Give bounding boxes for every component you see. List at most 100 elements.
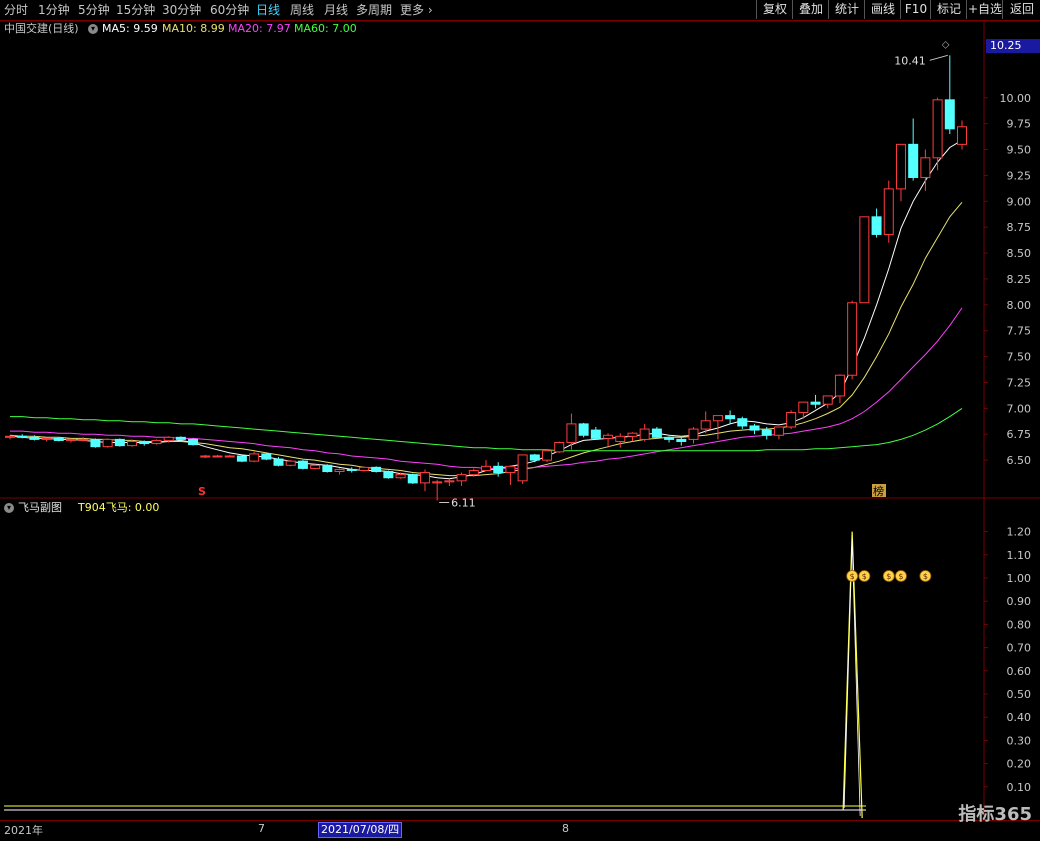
ma-line-MA20 xyxy=(10,307,963,469)
sub-tick-8: 0.40 xyxy=(1007,711,1032,724)
candle-body-14 xyxy=(175,436,186,440)
candle-body-7 xyxy=(90,438,101,448)
money-bag-glyph-4: $ xyxy=(923,572,928,581)
tab-timeframe-7[interactable]: 周线 xyxy=(290,2,314,18)
candle-body-16 xyxy=(200,455,211,458)
candle-body-43 xyxy=(529,454,540,461)
candle-body-75 xyxy=(920,157,931,178)
sub-chart-indicator: T904飞马: 0.00 xyxy=(78,501,160,514)
sub-tick-6: 0.60 xyxy=(1007,665,1032,678)
candle-body-66 xyxy=(810,401,821,405)
sub-tick-10: 0.20 xyxy=(1007,758,1032,771)
tab-timeframe-0[interactable]: 分时 xyxy=(4,2,28,18)
candle-body-74 xyxy=(908,143,919,178)
candle-body-26 xyxy=(322,464,333,473)
candle-body-40 xyxy=(493,465,504,474)
candle-body-3 xyxy=(41,437,52,440)
toolbar-button-6[interactable]: +自选 xyxy=(966,0,1003,19)
toolbar-button-2[interactable]: 统计 xyxy=(828,0,865,19)
sub-chart-title: 飞马副图 xyxy=(18,501,62,514)
tab-timeframe-10[interactable]: 更多 › xyxy=(400,2,433,18)
tab-timeframe-6[interactable]: 日线 xyxy=(256,2,280,18)
tab-timeframe-8[interactable]: 月线 xyxy=(324,2,348,18)
signal-mark-bang: 榜 xyxy=(873,484,884,498)
candle-body-10 xyxy=(127,440,138,447)
candle-body-67 xyxy=(822,395,833,405)
toolbar-button-3[interactable]: 画线 xyxy=(864,0,901,19)
tab-timeframe-5[interactable]: 60分钟 xyxy=(210,2,249,18)
candle-body-9 xyxy=(114,438,125,447)
ma-legend-item-2: MA20: 7.97 xyxy=(228,22,291,35)
candle-body-12 xyxy=(151,439,162,445)
tab-timeframe-2[interactable]: 5分钟 xyxy=(78,2,110,18)
candle-body-55 xyxy=(676,438,687,442)
stock-title: 中国交建(日线) xyxy=(4,22,79,35)
money-bag-glyph-2: $ xyxy=(886,572,891,581)
candle-body-5 xyxy=(66,438,77,441)
cursor-date: 2021/07/08/四 xyxy=(318,822,403,838)
candle-body-32 xyxy=(395,474,406,479)
price-tick-0: 10.00 xyxy=(1000,92,1032,105)
ma-line-MA5 xyxy=(9,139,963,480)
toolbar-button-7[interactable]: 返回 xyxy=(1002,0,1040,19)
candle-body-25 xyxy=(310,464,321,469)
price-tick-13: 6.75 xyxy=(1007,428,1032,441)
tab-timeframe-3[interactable]: 15分钟 xyxy=(116,2,155,18)
candle-body-4 xyxy=(53,437,64,441)
ma-line-MA60 xyxy=(10,407,963,452)
candle-body-46 xyxy=(566,423,577,444)
price-tick-12: 7.00 xyxy=(1007,402,1032,415)
candle-body-73 xyxy=(895,143,906,190)
toolbar-button-0[interactable]: 复权 xyxy=(756,0,793,19)
candle-body-65 xyxy=(798,401,809,413)
toolbar-button-1[interactable]: 叠加 xyxy=(792,0,829,19)
sub-tick-2: 1.00 xyxy=(1007,572,1032,585)
price-tick-3: 9.25 xyxy=(1007,169,1032,182)
tab-timeframe-4[interactable]: 30分钟 xyxy=(162,2,201,18)
month-7-label: 7 xyxy=(258,822,265,835)
chevron-down-icon-sub[interactable]: ▾ xyxy=(4,503,14,513)
candle-body-23 xyxy=(285,460,296,466)
signal-mark-bang-bg xyxy=(872,484,886,497)
money-bag-icon-3 xyxy=(895,570,907,582)
money-bag-icon-0 xyxy=(846,570,859,582)
tab-timeframe-9[interactable]: 多周期 xyxy=(356,2,392,18)
high-annotation-line xyxy=(929,54,948,61)
candle-body-0 xyxy=(5,435,15,438)
candle-body-51 xyxy=(627,432,638,437)
toolbar-button-5[interactable]: 标记 xyxy=(930,0,967,19)
sub-tick-7: 0.50 xyxy=(1007,688,1032,701)
price-tick-8: 8.00 xyxy=(1007,299,1032,312)
candle-body-42 xyxy=(517,454,528,482)
signal-mark-s: S xyxy=(198,485,206,498)
candle-body-19 xyxy=(236,455,247,462)
candle-body-11 xyxy=(139,440,150,445)
candle-body-54 xyxy=(664,436,675,440)
price-tick-6: 8.50 xyxy=(1007,247,1032,260)
toolbar-button-4[interactable]: F10 xyxy=(900,0,931,19)
price-tick-4: 9.00 xyxy=(1007,195,1032,208)
candle-body-6 xyxy=(78,438,89,441)
candle-body-53 xyxy=(651,428,662,438)
chevron-down-icon[interactable]: ▾ xyxy=(88,24,98,34)
price-tick-2: 9.50 xyxy=(1007,144,1032,157)
price-tick-9: 7.75 xyxy=(1007,325,1032,338)
candle-body-38 xyxy=(468,469,479,476)
candle-body-69 xyxy=(847,302,858,376)
tab-timeframe-1[interactable]: 1分钟 xyxy=(38,2,70,18)
money-bag-icon-1 xyxy=(858,570,871,582)
diamond-icon: ◇ xyxy=(942,39,950,50)
candle-body-27 xyxy=(334,468,345,473)
candle-body-57 xyxy=(700,420,711,430)
candlestick-chart[interactable]: 10.00 9.75 9.50 9.25 9.00 8.75 8.50 8.25 8.00 7.7… xyxy=(0,0,1040,840)
candle-body-24 xyxy=(297,460,308,469)
candle-body-71 xyxy=(871,216,882,235)
price-tick-14: 6.50 xyxy=(1007,454,1032,467)
candle-body-36 xyxy=(444,480,455,483)
money-bag-glyph-1: $ xyxy=(862,572,867,581)
month-8-label: 8 xyxy=(562,822,569,835)
sub-tick-11: 0.10 xyxy=(1007,781,1032,794)
candle-body-47 xyxy=(578,423,589,436)
sub-tick-0: 1.20 xyxy=(1007,526,1032,539)
watermark-logo: 指标365 xyxy=(958,804,1032,825)
